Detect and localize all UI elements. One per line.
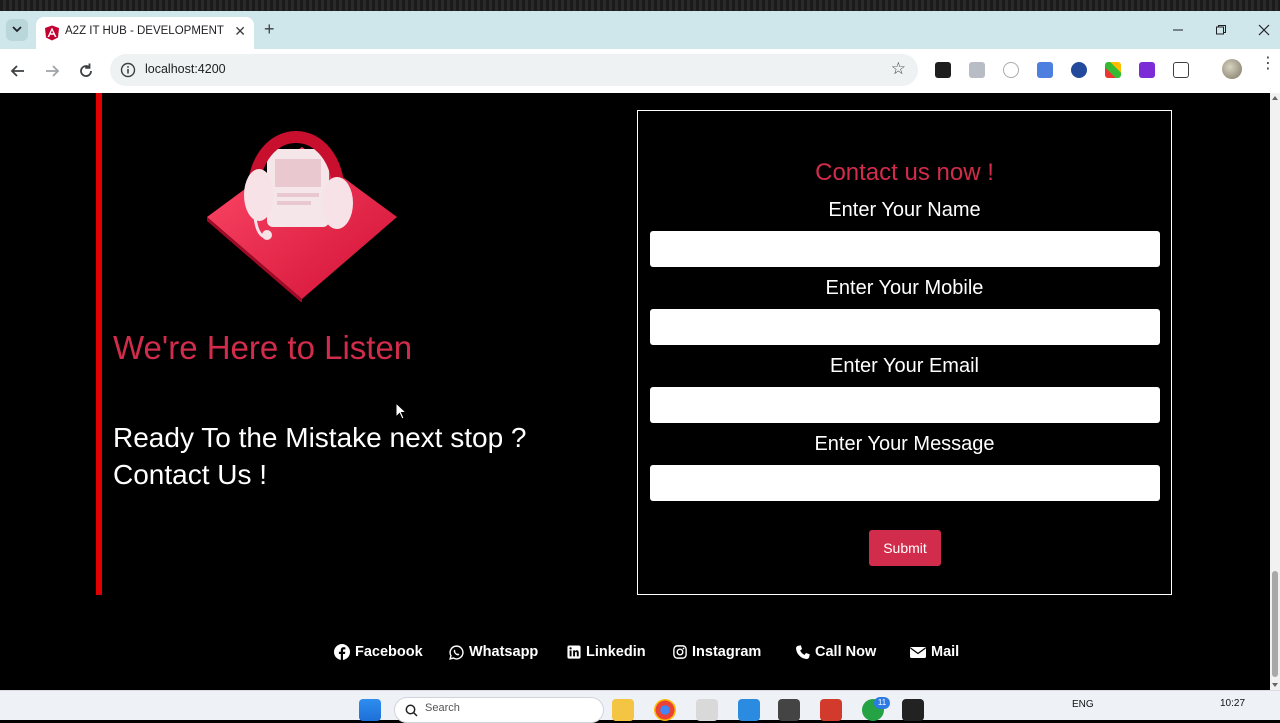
extension-4-icon[interactable]	[1037, 62, 1053, 78]
minimize-button[interactable]	[1158, 11, 1198, 49]
angular-favicon-icon	[45, 25, 59, 41]
arrow-left-icon	[10, 65, 24, 77]
extension-3-icon[interactable]	[1003, 62, 1019, 78]
tab-bar: A2Z IT HUB - DEVELOPMENT ✕ +	[0, 11, 1280, 49]
whatsapp-link[interactable]: Whatsapp	[449, 642, 538, 662]
extensions-puzzle-icon[interactable]	[1173, 62, 1189, 78]
back-button[interactable]	[8, 61, 28, 81]
whatsapp-label: Whatsapp	[469, 644, 539, 660]
chrome-icon[interactable]	[654, 699, 676, 721]
extension-2-icon[interactable]	[969, 62, 985, 78]
form-title: Contact us now !	[815, 159, 994, 186]
app-red-icon[interactable]	[820, 699, 842, 721]
mobile-input[interactable]	[650, 309, 1160, 345]
close-window-button[interactable]	[1244, 11, 1280, 49]
headset-support-illustration	[207, 131, 397, 302]
window-top-strip	[0, 0, 1280, 11]
facebook-label: Facebook	[355, 644, 423, 660]
call-now-label: Call Now	[815, 644, 877, 660]
forward-button[interactable]	[42, 61, 62, 81]
facebook-link[interactable]: Facebook	[334, 642, 423, 662]
accent-side-bar	[96, 93, 102, 595]
instagram-icon	[673, 645, 687, 659]
tab-search-button[interactable]	[6, 19, 28, 41]
tab-title: A2Z IT HUB - DEVELOPMENT	[65, 25, 224, 37]
app-dark-icon[interactable]	[778, 699, 800, 721]
new-tab-button[interactable]: +	[264, 19, 275, 40]
hero-heading: We're Here to Listen	[113, 329, 413, 366]
tab-close-button[interactable]: ✕	[234, 24, 246, 40]
windows-start-icon[interactable]	[359, 699, 381, 721]
name-label: Enter Your Name	[828, 199, 981, 221]
extension-1-icon[interactable]	[935, 62, 951, 78]
instagram-link[interactable]: Instagram	[673, 642, 761, 662]
browser-tab-active[interactable]: A2Z IT HUB - DEVELOPMENT ✕	[36, 17, 254, 49]
facebook-icon	[334, 644, 350, 660]
contact-form: Contact us now ! Enter Your Name Enter Y…	[637, 110, 1172, 595]
reload-icon	[80, 63, 92, 77]
whatsapp-icon	[449, 644, 464, 660]
url-text: localhost:4200	[145, 62, 226, 76]
mouse-cursor-icon	[395, 402, 407, 420]
instagram-label: Instagram	[692, 644, 762, 660]
linkedin-icon	[567, 645, 581, 659]
clock-time[interactable]: 10:27	[1220, 698, 1245, 709]
phone-icon	[796, 644, 810, 659]
chevron-down-icon	[12, 26, 22, 33]
windows-taskbar: Search 11 ENG 10:27	[0, 690, 1280, 723]
app-icon[interactable]	[696, 699, 718, 721]
close-icon	[1258, 24, 1270, 36]
scroll-down-arrow-icon[interactable]	[1272, 683, 1278, 687]
envelope-icon	[910, 646, 926, 658]
linkedin-link[interactable]: Linkedin	[567, 642, 646, 662]
browser-toolbar: localhost:4200 ☆ ⋮	[0, 49, 1280, 93]
name-input[interactable]	[650, 231, 1160, 267]
message-input[interactable]	[650, 465, 1160, 501]
address-bar[interactable]: localhost:4200 ☆	[110, 54, 918, 86]
scroll-up-arrow-icon[interactable]	[1272, 96, 1278, 100]
extension-5-icon[interactable]	[1071, 62, 1087, 78]
profile-avatar[interactable]	[1222, 59, 1242, 79]
browser-menu-button[interactable]: ⋮	[1260, 55, 1276, 71]
email-input[interactable]	[650, 387, 1160, 423]
message-label: Enter Your Message	[814, 433, 995, 455]
submit-button[interactable]: Submit	[869, 530, 941, 566]
scrollbar-thumb[interactable]	[1272, 571, 1278, 677]
language-indicator[interactable]: ENG	[1072, 699, 1094, 710]
call-now-link[interactable]: Call Now	[795, 642, 876, 662]
extension-6-icon[interactable]	[1105, 62, 1121, 78]
arrow-right-icon	[46, 65, 60, 77]
search-icon	[405, 704, 418, 717]
hero-subheading: Ready To the Mistake next stop ? Contact…	[113, 422, 527, 490]
taskbar-search-placeholder: Search	[425, 702, 460, 714]
mail-label: Mail	[931, 644, 960, 660]
taskbar-search[interactable]: Search	[394, 697, 604, 723]
info-icon	[120, 62, 136, 78]
reload-button[interactable]	[76, 61, 96, 81]
extension-7-icon[interactable]	[1139, 62, 1155, 78]
minimize-icon	[1173, 29, 1183, 31]
notification-badge: 11	[874, 697, 890, 709]
page-content: We're Here to Listen Ready To the Mistak…	[0, 93, 1270, 690]
restore-icon	[1216, 25, 1226, 35]
file-explorer-icon[interactable]	[612, 699, 634, 721]
mail-link[interactable]: Mail	[910, 642, 959, 662]
email-label: Enter Your Email	[830, 355, 979, 377]
bookmark-star-icon[interactable]: ☆	[891, 59, 906, 79]
restore-button[interactable]	[1201, 11, 1241, 49]
terminal-icon[interactable]	[902, 699, 924, 721]
vscode-icon[interactable]	[738, 699, 760, 721]
linkedin-label: Linkedin	[586, 644, 646, 660]
page-scrollbar[interactable]	[1270, 93, 1280, 690]
mobile-label: Enter Your Mobile	[825, 277, 984, 299]
